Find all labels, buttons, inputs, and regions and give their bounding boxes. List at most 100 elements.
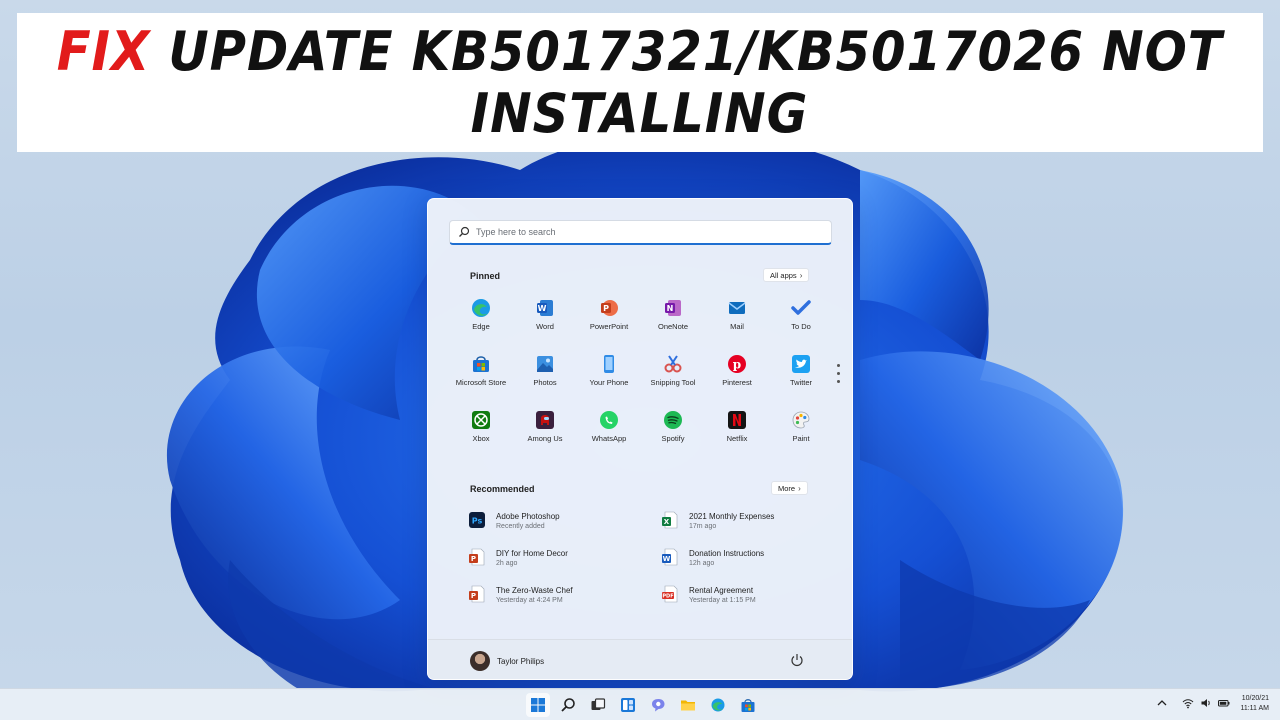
- pinned-app-store[interactable]: Microsoft Store: [449, 353, 513, 409]
- recommended-item-name: The Zero-Waste Chef: [496, 586, 573, 595]
- pinned-app-word[interactable]: W Word: [513, 297, 577, 353]
- pinned-page-indicator[interactable]: [837, 364, 841, 383]
- search-input[interactable]: [476, 227, 796, 237]
- powerpoint-file-icon: P: [468, 585, 486, 603]
- svg-text:PDF: PDF: [662, 594, 673, 600]
- avatar: [470, 651, 490, 671]
- taskbar: 10/20/21 11:11 AM: [0, 688, 1280, 720]
- widgets-button[interactable]: [616, 693, 640, 717]
- clock-date: 10/20/21: [1241, 695, 1269, 702]
- photoshop-icon: Ps: [468, 511, 486, 529]
- clock-time: 11:11 AM: [1240, 705, 1269, 712]
- recommended-item[interactable]: PDF Rental Agreement Yesterday at 1:15 PM: [661, 585, 828, 622]
- banner-fix-word: FIX: [57, 19, 151, 83]
- pinned-app-todo[interactable]: To Do: [769, 297, 833, 353]
- start-search-box[interactable]: [449, 220, 832, 245]
- pinned-app-snipping-tool[interactable]: Snipping Tool: [641, 353, 705, 409]
- pinned-app-among-us[interactable]: Among Us: [513, 409, 577, 465]
- pinned-app-label: Microsoft Store: [455, 378, 507, 387]
- pinned-app-label: Photos: [533, 378, 557, 387]
- taskbar-search-button[interactable]: [556, 693, 580, 717]
- recommended-item-time: Yesterday at 1:15 PM: [689, 597, 756, 604]
- recommended-item[interactable]: Ps Adobe Photoshop Recently added: [468, 511, 661, 548]
- recommended-item-name: Adobe Photoshop: [496, 512, 560, 521]
- recommended-item-time: 2h ago: [496, 560, 518, 567]
- spotify-icon: [662, 409, 684, 431]
- pinned-app-spotify[interactable]: Spotify: [641, 409, 705, 465]
- pinned-app-edge[interactable]: Edge: [449, 297, 513, 353]
- pinned-app-photos[interactable]: Photos: [513, 353, 577, 409]
- search-icon: [561, 698, 575, 712]
- file-explorer-icon: [681, 700, 695, 711]
- store-taskbar-button[interactable]: [736, 693, 760, 717]
- svg-text:P: P: [603, 304, 609, 313]
- start-menu-footer: Taylor Philips: [428, 639, 852, 679]
- pinned-app-label: Spotify: [661, 434, 685, 443]
- start-button[interactable]: [526, 693, 550, 717]
- user-account-button[interactable]: Taylor Philips: [470, 651, 544, 671]
- start-icon: [531, 698, 545, 712]
- recommended-title: Recommended: [470, 484, 535, 494]
- volume-button[interactable]: [1200, 697, 1212, 709]
- recommended-item[interactable]: W Donation Instructions 12h ago: [661, 548, 828, 585]
- svg-text:P: P: [471, 555, 476, 563]
- pinned-app-xbox[interactable]: Xbox: [449, 409, 513, 465]
- svg-text:Ps: Ps: [472, 517, 483, 526]
- pinned-app-label: Paint: [792, 434, 810, 443]
- show-hidden-icons-button[interactable]: [1156, 697, 1168, 709]
- task-view-icon: [591, 698, 606, 710]
- chevron-right-icon: ›: [799, 270, 803, 280]
- chat-button[interactable]: [646, 693, 670, 717]
- search-icon: [459, 226, 470, 237]
- network-button[interactable]: [1182, 697, 1194, 709]
- task-view-button[interactable]: [586, 693, 610, 717]
- recommended-item-time: 17m ago: [689, 523, 717, 530]
- store-icon: [741, 699, 755, 712]
- pinned-app-label: Snipping Tool: [650, 378, 696, 387]
- pinned-app-your-phone[interactable]: Your Phone: [577, 353, 641, 409]
- word-icon: W: [534, 297, 556, 319]
- recommended-item[interactable]: X 2021 Monthly Expenses 17m ago: [661, 511, 828, 548]
- recommended-item[interactable]: P The Zero-Waste Chef Yesterday at 4:24 P…: [468, 585, 661, 622]
- pinned-app-powerpoint[interactable]: P PowerPoint: [577, 297, 641, 353]
- recommended-list: Ps Adobe Photoshop Recently added X 2021 …: [468, 511, 828, 622]
- pinned-app-label: PowerPoint: [589, 322, 629, 331]
- all-apps-label: All apps: [770, 270, 797, 280]
- more-label: More: [778, 483, 796, 493]
- page-dot: [837, 364, 840, 367]
- recommended-item-time: Yesterday at 4:24 PM: [496, 597, 563, 604]
- recommended-item-time: Recently added: [496, 523, 545, 530]
- more-button[interactable]: More ›: [771, 481, 808, 495]
- pinned-app-paint[interactable]: Paint: [769, 409, 833, 465]
- widgets-icon: [621, 698, 635, 712]
- svg-text:P: P: [471, 592, 476, 600]
- svg-text:p: p: [733, 358, 741, 372]
- pinned-app-mail[interactable]: Mail: [705, 297, 769, 353]
- file-explorer-button[interactable]: [676, 693, 700, 717]
- mail-icon: [726, 297, 748, 319]
- taskbar-clock[interactable]: 10/20/21 11:11 AM: [1229, 694, 1269, 714]
- pinned-app-onenote[interactable]: N OneNote: [641, 297, 705, 353]
- banner-line-1: FIX UPDATE KB5017321/KB5017026 NOT: [57, 19, 1223, 83]
- recommended-item-name: DIY for Home Decor: [496, 549, 568, 558]
- edge-icon: [470, 297, 492, 319]
- recommended-item-time: 12h ago: [689, 560, 715, 567]
- svg-text:X: X: [664, 518, 670, 526]
- all-apps-button[interactable]: All apps ›: [763, 268, 810, 282]
- netflix-icon: [726, 409, 748, 431]
- banner-line-2: INSTALLING: [471, 81, 809, 145]
- word-file-icon: W: [661, 548, 679, 566]
- store-icon: [470, 353, 492, 375]
- pinned-app-netflix[interactable]: Netflix: [705, 409, 769, 465]
- recommended-item-name: Donation Instructions: [689, 549, 765, 558]
- powerpoint-file-icon: P: [468, 548, 486, 566]
- edge-taskbar-button[interactable]: [706, 693, 730, 717]
- page-dot: [837, 372, 840, 375]
- recommended-item-name: Rental Agreement: [689, 586, 754, 595]
- pinned-app-twitter[interactable]: Twitter: [769, 353, 833, 409]
- recommended-item-name: 2021 Monthly Expenses: [689, 512, 775, 521]
- pinned-app-whatsapp[interactable]: WhatsApp: [577, 409, 641, 465]
- power-icon[interactable]: [790, 653, 804, 667]
- pinned-app-pinterest[interactable]: p Pinterest: [705, 353, 769, 409]
- recommended-item[interactable]: P DIY for Home Decor 2h ago: [468, 548, 661, 585]
